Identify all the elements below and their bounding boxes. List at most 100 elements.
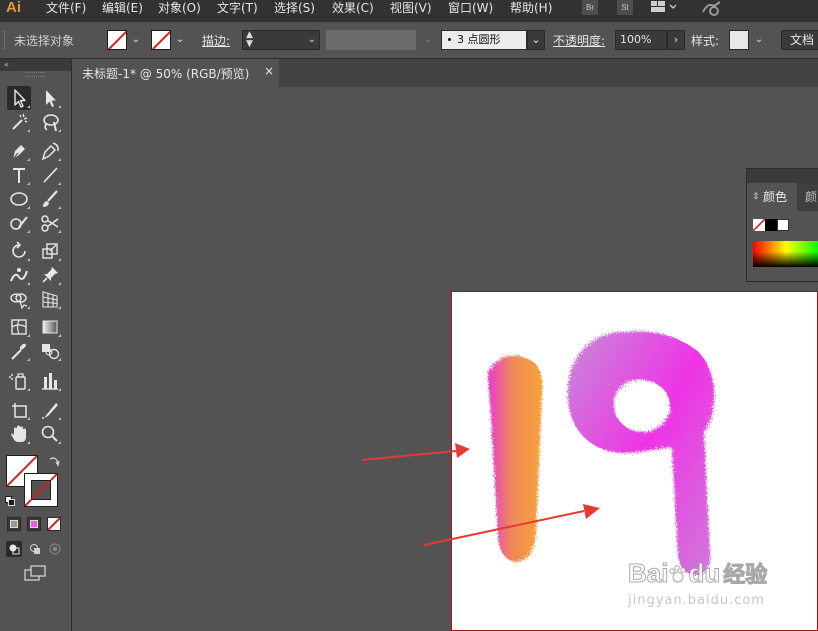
baidu-watermark-url: jingyan.baidu.com	[628, 593, 765, 608]
eyedropper-tool-icon[interactable]	[7, 339, 31, 363]
slice-tool-icon[interactable]	[38, 398, 62, 422]
black-color-chip[interactable]	[765, 219, 777, 231]
perspective-grid-tool-icon[interactable]	[38, 287, 62, 311]
opacity-label[interactable]: 不透明度:	[553, 32, 605, 49]
gpu-performance-icon[interactable]	[700, 0, 724, 16]
panel-grip[interactable]	[25, 72, 45, 77]
pin-tool-icon[interactable]	[38, 263, 62, 287]
pen-tool-icon[interactable]	[7, 139, 31, 163]
profile-dropdown-icon[interactable]: ⌄	[421, 30, 435, 50]
document-tab-bar: 未标题-1* @ 50% (RGB/预览) ×	[72, 59, 818, 87]
gradient-mode-button[interactable]	[27, 517, 41, 531]
mesh-tool-icon[interactable]	[7, 315, 31, 339]
opacity-value: 100%	[620, 33, 652, 46]
color-spectrum[interactable]	[753, 241, 818, 267]
stroke-label[interactable]: 描边:	[202, 32, 230, 49]
app-logo: Ai	[6, 0, 21, 16]
brush-definition-field[interactable]: 3 点圆形	[441, 30, 527, 50]
collapse-panel-icon[interactable]: «	[0, 59, 71, 71]
white-color-chip[interactable]	[777, 219, 789, 231]
stroke-weight-dropdown-icon[interactable]: ⌄	[308, 31, 316, 49]
shaper-tool-icon[interactable]	[7, 211, 31, 235]
document-setup-button[interactable]: 文档	[781, 30, 818, 50]
panel-options-icon[interactable]: ⇕	[752, 183, 760, 211]
document-tab-title: 未标题-1* @ 50% (RGB/预览)	[82, 67, 250, 81]
menu-window[interactable]: 窗口(W)	[448, 0, 493, 22]
menu-edit[interactable]: 编辑(E)	[102, 0, 143, 22]
puppet-warp-tool-icon[interactable]	[7, 263, 31, 287]
none-color-chip[interactable]	[753, 219, 765, 231]
default-fill-stroke-icon[interactable]	[5, 495, 15, 506]
fill-color-button[interactable]	[107, 30, 127, 50]
menu-effect[interactable]: 效果(C)	[332, 0, 374, 22]
document-tab[interactable]: 未标题-1* @ 50% (RGB/预览) ×	[72, 59, 279, 87]
zoom-tool-icon[interactable]	[38, 422, 62, 446]
ellipse-tool-icon[interactable]	[7, 187, 31, 211]
scissors-tool-icon[interactable]	[38, 211, 62, 235]
brush-dot-icon	[448, 37, 451, 41]
panel-grip-icon	[4, 31, 7, 49]
stepper-icon[interactable]: ▲ ▼	[246, 31, 253, 49]
direct-selection-tool-icon[interactable]	[38, 86, 62, 110]
variable-width-profile[interactable]	[326, 30, 416, 50]
selection-tool-icon[interactable]	[7, 86, 31, 110]
digit-nine[interactable]	[567, 331, 715, 576]
rotate-tool-icon[interactable]	[7, 239, 31, 263]
type-tool-icon[interactable]	[7, 163, 31, 187]
menu-bar: Ai 文件(F) 编辑(E) 对象(O) 文字(T) 选择(S) 效果(C) 视…	[0, 0, 818, 22]
none-mode-button[interactable]	[47, 517, 61, 531]
stroke-swatch[interactable]	[24, 473, 58, 507]
menu-select[interactable]: 选择(S)	[274, 0, 315, 22]
brush-dropdown[interactable]: ⌄	[527, 30, 545, 50]
baidu-watermark: Bai du 经验	[627, 557, 768, 589]
graphic-style-swatch[interactable]	[729, 30, 749, 50]
document-setup-label: 文档	[790, 33, 815, 47]
stroke-dropdown-icon[interactable]: ⌄	[173, 30, 187, 50]
bridge-button[interactable]: Br	[582, 0, 598, 15]
stock-button[interactable]: St	[617, 0, 633, 15]
color-panel-header[interactable]	[747, 169, 818, 183]
curvature-tool-icon[interactable]	[38, 139, 62, 163]
swap-fill-stroke-icon[interactable]	[48, 455, 60, 467]
menu-type[interactable]: 文字(T)	[217, 0, 258, 22]
lasso-tool-icon[interactable]	[38, 110, 62, 134]
shape-builder-tool-icon[interactable]	[7, 287, 31, 311]
color-panel: ⇕ 颜色 颜	[746, 168, 818, 282]
style-dropdown-icon[interactable]: ⌄	[752, 30, 766, 50]
jingyan-text: 经验	[723, 563, 768, 589]
artboard-tool-icon[interactable]	[7, 398, 31, 422]
menu-help[interactable]: 帮助(H)	[510, 0, 552, 22]
menu-object[interactable]: 对象(O)	[158, 0, 201, 22]
baidu-brand-tail: du	[688, 558, 721, 589]
magic-wand-tool-icon[interactable]	[7, 110, 31, 134]
color-guide-tab[interactable]: 颜	[805, 183, 817, 211]
draw-inside-icon[interactable]	[47, 541, 63, 557]
close-tab-icon[interactable]: ×	[264, 64, 274, 78]
digit-one[interactable]	[488, 355, 543, 562]
opacity-field[interactable]: 100%	[615, 30, 667, 50]
tools-panel: «	[0, 59, 72, 631]
canvas-area[interactable]: Bai du 经验 jingyan.baidu.com	[72, 87, 818, 631]
stroke-color-button[interactable]	[151, 30, 171, 50]
column-graph-tool-icon[interactable]	[38, 369, 62, 393]
draw-normal-icon[interactable]	[6, 541, 22, 557]
style-label: 样式:	[691, 34, 720, 48]
color-tab-label: 颜色	[763, 190, 788, 204]
line-tool-icon[interactable]	[38, 163, 62, 187]
brush-definition-value: 3 点圆形	[457, 33, 501, 46]
workspace-switcher-icon[interactable]	[650, 0, 678, 14]
fill-dropdown-icon[interactable]: ⌄	[129, 30, 143, 50]
scale-tool-icon[interactable]	[38, 239, 62, 263]
color-mode-button[interactable]	[7, 517, 21, 531]
draw-behind-icon[interactable]	[27, 541, 43, 557]
opacity-arrow-button[interactable]: ›	[667, 30, 685, 50]
symbol-sprayer-tool-icon[interactable]	[7, 369, 31, 393]
stroke-weight-field[interactable]: ▲ ▼ ⌄	[242, 30, 320, 50]
blend-tool-icon[interactable]	[38, 339, 62, 363]
menu-file[interactable]: 文件(F)	[46, 0, 86, 22]
hand-tool-icon[interactable]	[7, 422, 31, 446]
menu-view[interactable]: 视图(V)	[390, 0, 432, 22]
gradient-tool-icon[interactable]	[38, 315, 62, 339]
paintbrush-tool-icon[interactable]	[38, 187, 62, 211]
change-screen-mode-icon[interactable]	[24, 565, 48, 581]
